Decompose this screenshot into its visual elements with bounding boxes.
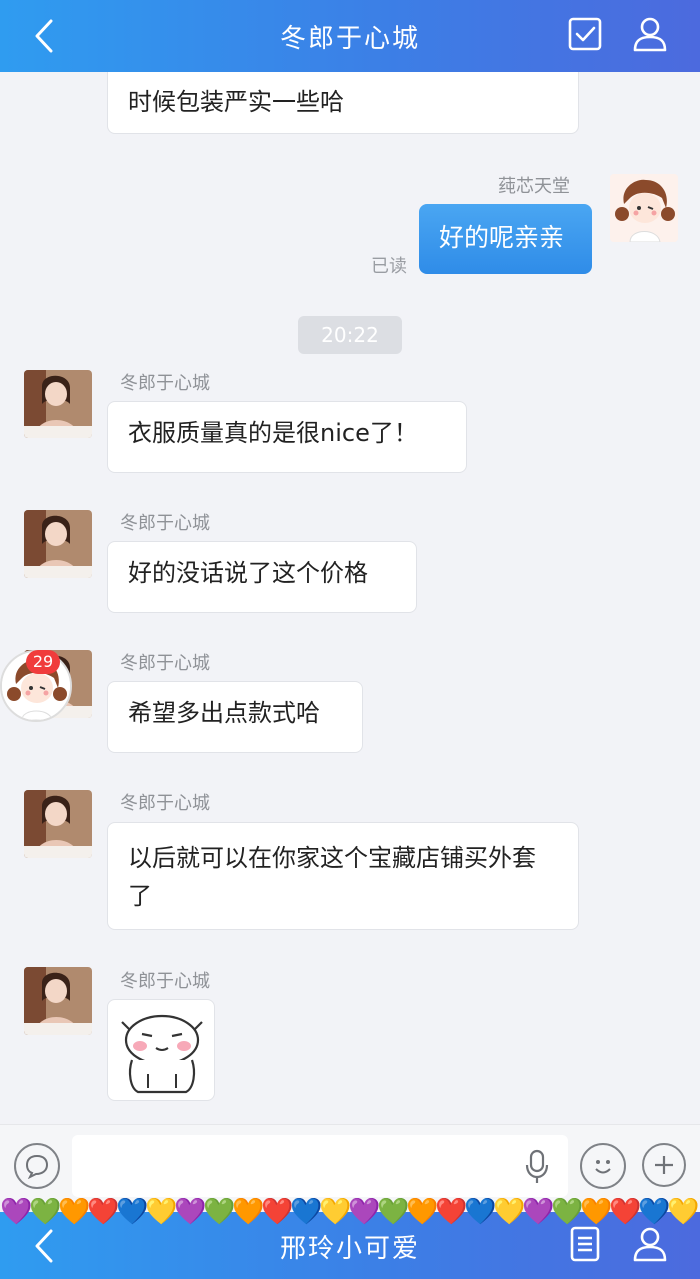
message-text: 时候包装严实一些哈: [128, 88, 344, 116]
profile-icon[interactable]: [628, 1222, 672, 1266]
chat-area[interactable]: 时候包装严实一些哈 莼芯天堂 好的呢亲亲 已读 20:22 冬郎于心城 衣服质量: [0, 72, 700, 1124]
heart-icon: 🧡: [58, 1197, 91, 1227]
heart-icon: ❤️: [87, 1197, 120, 1227]
heart-icon: 💙: [638, 1197, 671, 1227]
heart-icon: 💙: [116, 1197, 149, 1227]
chat-header: 冬郎于心城: [0, 0, 700, 72]
microphone-icon[interactable]: [524, 1149, 550, 1189]
message-input-bar: [0, 1124, 700, 1200]
heart-icon: ❤️: [609, 1197, 642, 1227]
heart-icon: 💛: [667, 1197, 700, 1227]
heart-icon: 🧡: [580, 1197, 613, 1227]
message-text: 衣服质量真的是很nice了！: [128, 419, 418, 447]
sticker-message[interactable]: [107, 999, 215, 1101]
timestamp: 20:22: [298, 316, 402, 354]
unread-badge: 29: [26, 650, 60, 674]
profile-icon[interactable]: [628, 12, 672, 56]
emoji-icon[interactable]: [580, 1143, 626, 1189]
chat-bubble-icon[interactable]: [14, 1143, 60, 1189]
heart-icon: 💚: [29, 1197, 62, 1227]
heart-icon: ❤️: [261, 1197, 294, 1227]
heart-icon: 💛: [145, 1197, 178, 1227]
heart-icon: 🧡: [232, 1197, 265, 1227]
document-icon[interactable]: [566, 1224, 604, 1264]
sender-name: 冬郎于心城: [120, 373, 210, 394]
sender-avatar[interactable]: [24, 967, 92, 1035]
bear-sticker-icon: [121, 1014, 203, 1094]
message-bubble-previous[interactable]: 时候包装严实一些哈: [107, 72, 579, 134]
message-bubble[interactable]: 好的没话说了这个价格: [107, 541, 417, 613]
checkbox-icon[interactable]: [566, 15, 604, 53]
sender-name: 冬郎于心城: [120, 513, 210, 534]
sender-name: 冬郎于心城: [120, 971, 210, 992]
sender-name: 冬郎于心城: [120, 653, 210, 674]
message-text: 以后就可以在你家这个宝藏店铺买外套了: [128, 844, 536, 910]
heart-icon: 💜: [348, 1197, 381, 1227]
sender-avatar[interactable]: [24, 510, 92, 578]
message-text: 希望多出点款式哈: [128, 699, 320, 727]
heart-icon: 💙: [290, 1197, 323, 1227]
message-text: 好的呢亲亲: [439, 223, 565, 252]
message-input[interactable]: [72, 1135, 568, 1197]
my-avatar[interactable]: [610, 174, 678, 242]
heart-icon: 💜: [522, 1197, 555, 1227]
my-name: 莼芯天堂: [498, 176, 570, 197]
heart-icon: 💜: [0, 1197, 33, 1227]
heart-icon: 🧡: [406, 1197, 439, 1227]
add-icon[interactable]: [642, 1143, 686, 1187]
hearts-strip: 💜 💚 🧡 ❤️ 💙 💛 💜 💚 🧡 ❤️ 💙 💛 💜 💚 🧡 ❤️ 💙 💛 💜 💚 🧡 ❤️ 💙 💛: [0, 1196, 700, 1228]
heart-icon: 💚: [377, 1197, 410, 1227]
message-bubble[interactable]: 希望多出点款式哈: [107, 681, 363, 753]
sender-avatar[interactable]: [24, 790, 92, 858]
heart-icon: 💚: [203, 1197, 236, 1227]
read-status: 已读: [371, 256, 407, 277]
message-bubble[interactable]: 以后就可以在你家这个宝藏店铺买外套了: [107, 822, 579, 930]
my-message-bubble[interactable]: 好的呢亲亲: [419, 204, 592, 274]
message-text: 好的没话说了这个价格: [128, 559, 368, 587]
heart-icon: 💛: [319, 1197, 352, 1227]
heart-icon: 💛: [493, 1197, 526, 1227]
heart-icon: 💙: [464, 1197, 497, 1227]
sender-name: 冬郎于心城: [120, 793, 210, 814]
heart-icon: 💚: [551, 1197, 584, 1227]
heart-icon: ❤️: [435, 1197, 468, 1227]
message-bubble[interactable]: 衣服质量真的是很nice了！: [107, 401, 467, 473]
heart-icon: 💜: [174, 1197, 207, 1227]
sender-avatar[interactable]: [24, 370, 92, 438]
